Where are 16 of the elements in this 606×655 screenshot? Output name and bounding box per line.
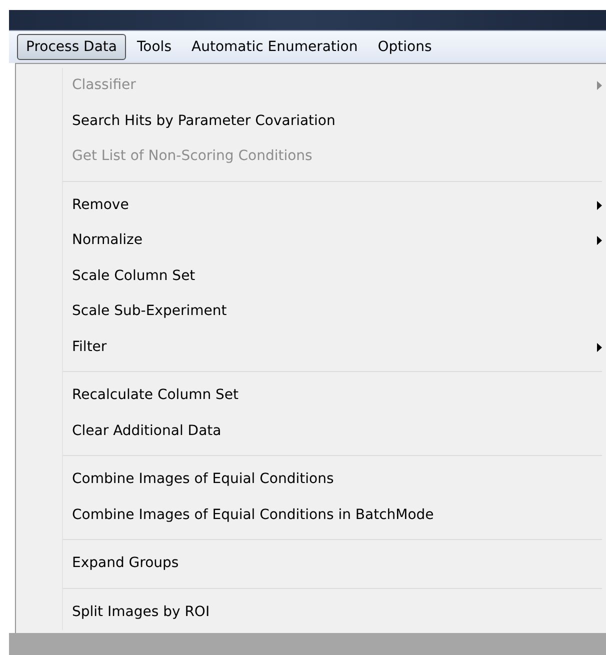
menu-item[interactable]: Clear Additional Data	[72, 414, 602, 449]
menu-item[interactable]: Expand Groups	[72, 546, 602, 582]
menu-item[interactable]: Normalize	[72, 223, 602, 258]
menu-item[interactable]: Scale Sub-Experiment	[72, 294, 602, 330]
menu-item[interactable]: Split Images by ROI	[72, 594, 602, 630]
menu-item[interactable]: Remove	[72, 188, 602, 223]
menu-bar-item[interactable]: Automatic Enumeration	[182, 34, 367, 60]
menu-item[interactable]: Search Hits by Parameter Covariation	[72, 104, 602, 139]
menu-item[interactable]: Scale Column Set	[72, 258, 602, 294]
menu-item[interactable]: Recalculate Column Set	[72, 378, 602, 414]
menu-bar-item[interactable]: Process Data	[17, 34, 126, 60]
menu-bar-item[interactable]: Options	[368, 34, 441, 60]
menu-item[interactable]: Combine Images of Equial Conditions in BatchMode	[72, 498, 602, 533]
menu-item[interactable]: Combine Images of Equial Conditions	[72, 462, 602, 498]
menu-bar-item[interactable]: Tools	[128, 34, 180, 60]
menu-item[interactable]: Filter	[72, 330, 602, 365]
